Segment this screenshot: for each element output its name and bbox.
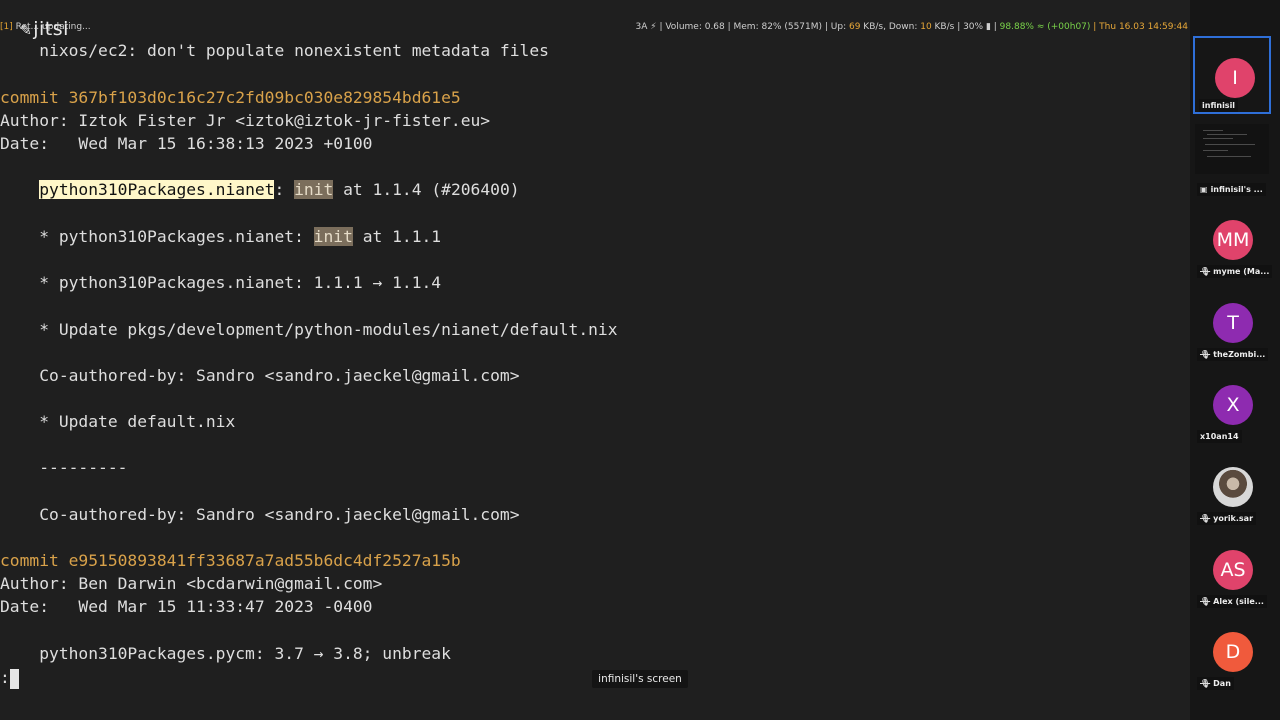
body-item: * Update default.nix — [0, 412, 236, 431]
participant-tile[interactable]: D 🎙︎ Dan — [1193, 612, 1271, 690]
participant-name: infinisil — [1199, 99, 1239, 112]
participant-name-text: theZombi... — [1213, 350, 1266, 359]
participant-name: 🎙︎ Alex (sile... — [1197, 595, 1267, 608]
participant-name: 🎙︎ yorik.sar — [1197, 512, 1257, 525]
jitsi-logo: ✎jitsi — [20, 18, 69, 40]
workspace-indicator: [1] — [0, 22, 13, 32]
search-match: init — [294, 180, 334, 199]
participant-name-text: x10an14 — [1200, 432, 1239, 441]
screen-share-icon: ▣ — [1200, 185, 1208, 194]
body-item: * Update pkgs/development/python-modules… — [0, 320, 618, 339]
search-match: init — [313, 227, 353, 246]
participant-name-text: Dan — [1213, 679, 1231, 688]
screen-share-thumbnail — [1195, 124, 1269, 174]
screen-share-label: infinisil's screen — [592, 670, 688, 688]
participant-tile[interactable]: Xx10an14 — [1193, 365, 1271, 443]
commit-author: Author: Ben Darwin <bcdarwin@gmail.com> — [0, 574, 383, 593]
jitsi-logo-icon: ✎ — [20, 23, 33, 39]
participants-filmstrip: Iinfinisil ▣ infinisil's ... MM 🎙︎ myme (Ma..… — [1190, 0, 1280, 720]
commit-author: Author: Iztok Fister Jr <iztok@iztok-jr-… — [0, 111, 491, 130]
participant-name-text: yorik.sar — [1213, 514, 1254, 523]
jitsi-logo-text: jitsi — [33, 18, 69, 40]
prompt-char: : — [0, 668, 10, 687]
status-segment: 10 — [920, 22, 932, 32]
status-segment: 98.88% ≈ (+00h07) — [999, 22, 1091, 32]
avatar: MM — [1213, 220, 1253, 260]
status-right: 3A ⚡ | Volume: 0.68 | Mem: 82% (5571M) |… — [636, 22, 1188, 32]
avatar: AS — [1213, 550, 1253, 590]
participant-name-text: Alex (sile... — [1213, 597, 1264, 606]
participant-tile[interactable]: T 🎙︎ theZombi... — [1193, 283, 1271, 361]
status-segment: 3A ⚡ | Volume: 0.68 | Mem: 82% (5571M) |… — [635, 22, 849, 32]
participant-name-text: infinisil — [1202, 101, 1236, 110]
avatar: I — [1215, 58, 1255, 98]
participant-name: 🎙︎ myme (Ma... — [1197, 265, 1273, 278]
participant-name: ▣ infinisil's ... — [1197, 183, 1266, 196]
system-status-bar: [1] Ret... updating... 3A ⚡ | Volume: 0.… — [0, 22, 1190, 36]
separator-line: --------- — [0, 458, 128, 477]
commit-hash-line: commit 367bf103d0c16c27c2fd09bc030e82985… — [0, 88, 461, 107]
coauthor-line: Co-authored-by: Sandro <sandro.jaeckel@g… — [0, 366, 520, 385]
participant-tile[interactable]: MM 🎙︎ myme (Ma... — [1193, 200, 1273, 278]
mic-off-icon: 🎙︎ — [1200, 679, 1211, 688]
participant-name-text: infinisil's ... — [1210, 185, 1263, 194]
participant-tile[interactable]: AS 🎙︎ Alex (sile... — [1193, 530, 1271, 608]
terminal-pager[interactable]: nixos/ec2: don't populate nonexistent me… — [0, 0, 1190, 720]
status-segment: KB/s, Down: — [860, 22, 921, 32]
body-item: * python310Packages.nianet: init at 1.1.… — [0, 226, 441, 248]
mic-off-icon: 🎙︎ — [1200, 597, 1211, 606]
avatar — [1213, 467, 1253, 507]
commit-date: Date: Wed Mar 15 16:38:13 2023 +0100 — [0, 134, 373, 153]
body-item-post: at 1.1.1 — [352, 227, 442, 246]
commit-hash-line: commit e95150893841ff33687a7ad55b6dc4df2… — [0, 551, 461, 570]
participant-name: x10an14 — [1197, 430, 1242, 443]
status-segment: 69 — [848, 22, 861, 32]
commit-subject: python310Packages.nianet: init at 1.1.4 … — [0, 179, 520, 201]
subject-rest: at 1.1.4 (#206400) — [333, 180, 520, 199]
participant-tile[interactable]: 🎙︎ yorik.sar — [1193, 447, 1271, 525]
body-item-pre: * python310Packages.nianet: — [0, 227, 314, 246]
status-segment: | Thu 16.03 14:59:44 — [1090, 22, 1188, 32]
mic-off-icon: 🎙︎ — [1200, 350, 1211, 359]
participant-tile[interactable]: Iinfinisil — [1193, 36, 1271, 114]
avatar: D — [1213, 632, 1253, 672]
participant-name-text: myme (Ma... — [1213, 267, 1270, 276]
colon: : — [274, 180, 295, 199]
participant-tile[interactable]: ▣ infinisil's ... — [1193, 118, 1271, 196]
participant-name: 🎙︎ Dan — [1197, 677, 1234, 690]
avatar: T — [1213, 303, 1253, 343]
participant-name: 🎙︎ theZombi... — [1197, 348, 1269, 361]
mic-off-icon: 🎙︎ — [1200, 514, 1211, 523]
status-segment: KB/s | 30% ▮ | — [931, 22, 1000, 32]
commit-subject: python310Packages.pycm: 3.7 → 3.8; unbre… — [0, 644, 451, 663]
mic-off-icon: 🎙︎ — [1200, 267, 1211, 276]
cursor — [9, 668, 19, 689]
search-current-match: python310Packages.nianet — [39, 180, 275, 199]
commit-date: Date: Wed Mar 15 11:33:47 2023 -0400 — [0, 597, 373, 616]
avatar: X — [1213, 385, 1253, 425]
coauthor-line: Co-authored-by: Sandro <sandro.jaeckel@g… — [0, 505, 520, 524]
prev-commit-subject: nixos/ec2: don't populate nonexistent me… — [0, 41, 549, 60]
body-item: * python310Packages.nianet: 1.1.1 → 1.1.… — [0, 273, 442, 292]
pager-prompt[interactable]: : — [0, 667, 19, 689]
